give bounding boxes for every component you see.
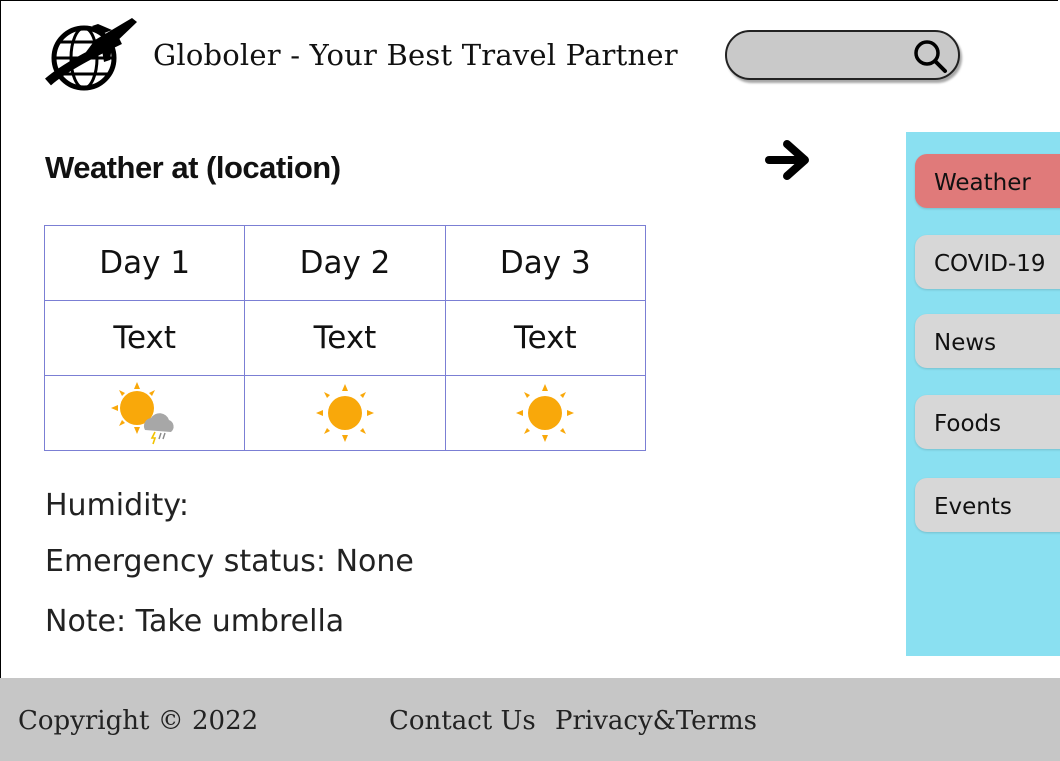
forecast-text-row: Text Text Text bbox=[43, 300, 647, 376]
humidity-label: Humidity: bbox=[45, 488, 189, 523]
globe-airplane-logo-icon[interactable] bbox=[40, 12, 140, 96]
sidebar-item-news[interactable]: News bbox=[915, 314, 1060, 368]
search-input[interactable] bbox=[741, 40, 905, 72]
forecast-icon-cell bbox=[444, 375, 647, 451]
forecast-day-cell: Day 2 bbox=[244, 225, 446, 301]
forecast-table: Day 1 Day 2 Day 3 Text Text Text bbox=[43, 225, 647, 451]
forecast-icon-row bbox=[43, 375, 647, 451]
sidebar: Weather COVID-19 News Foods Events bbox=[906, 132, 1060, 656]
search-icon[interactable] bbox=[910, 36, 950, 76]
weather-note: Note: Take umbrella bbox=[45, 604, 345, 639]
sidebar-item-foods[interactable]: Foods bbox=[915, 395, 1060, 449]
forecast-day-cell: Day 3 bbox=[444, 225, 647, 301]
forecast-text-cell: Text bbox=[244, 300, 446, 376]
forecast-text-cell: Text bbox=[444, 300, 647, 376]
forecast-day-cell: Day 1 bbox=[43, 225, 246, 301]
brand-title: Globoler - Your Best Travel Partner bbox=[153, 38, 678, 72]
page-title: Weather at (location) bbox=[45, 150, 341, 185]
sun-icon bbox=[315, 384, 374, 442]
copyright-text: Copyright © 2022 bbox=[18, 706, 259, 736]
forecast-days-row: Day 1 Day 2 Day 3 bbox=[43, 225, 647, 301]
search-bar[interactable] bbox=[725, 30, 960, 80]
right-arrow-icon[interactable] bbox=[763, 138, 813, 182]
sun-cloud-storm-icon bbox=[110, 382, 174, 445]
footer: Copyright © 2022 Contact Us Privacy&Term… bbox=[0, 678, 1060, 761]
forecast-icon-cell bbox=[244, 375, 446, 451]
sidebar-item-weather[interactable]: Weather bbox=[915, 154, 1060, 208]
sidebar-item-events[interactable]: Events bbox=[915, 478, 1060, 532]
sun-icon bbox=[516, 384, 575, 442]
contact-us-link[interactable]: Contact Us bbox=[389, 706, 536, 736]
emergency-status: Emergency status: None bbox=[45, 544, 414, 579]
forecast-text-cell: Text bbox=[43, 300, 246, 376]
privacy-terms-link[interactable]: Privacy&Terms bbox=[555, 706, 757, 736]
sidebar-item-covid-19[interactable]: COVID-19 bbox=[915, 235, 1060, 289]
forecast-icon-cell bbox=[43, 375, 246, 451]
